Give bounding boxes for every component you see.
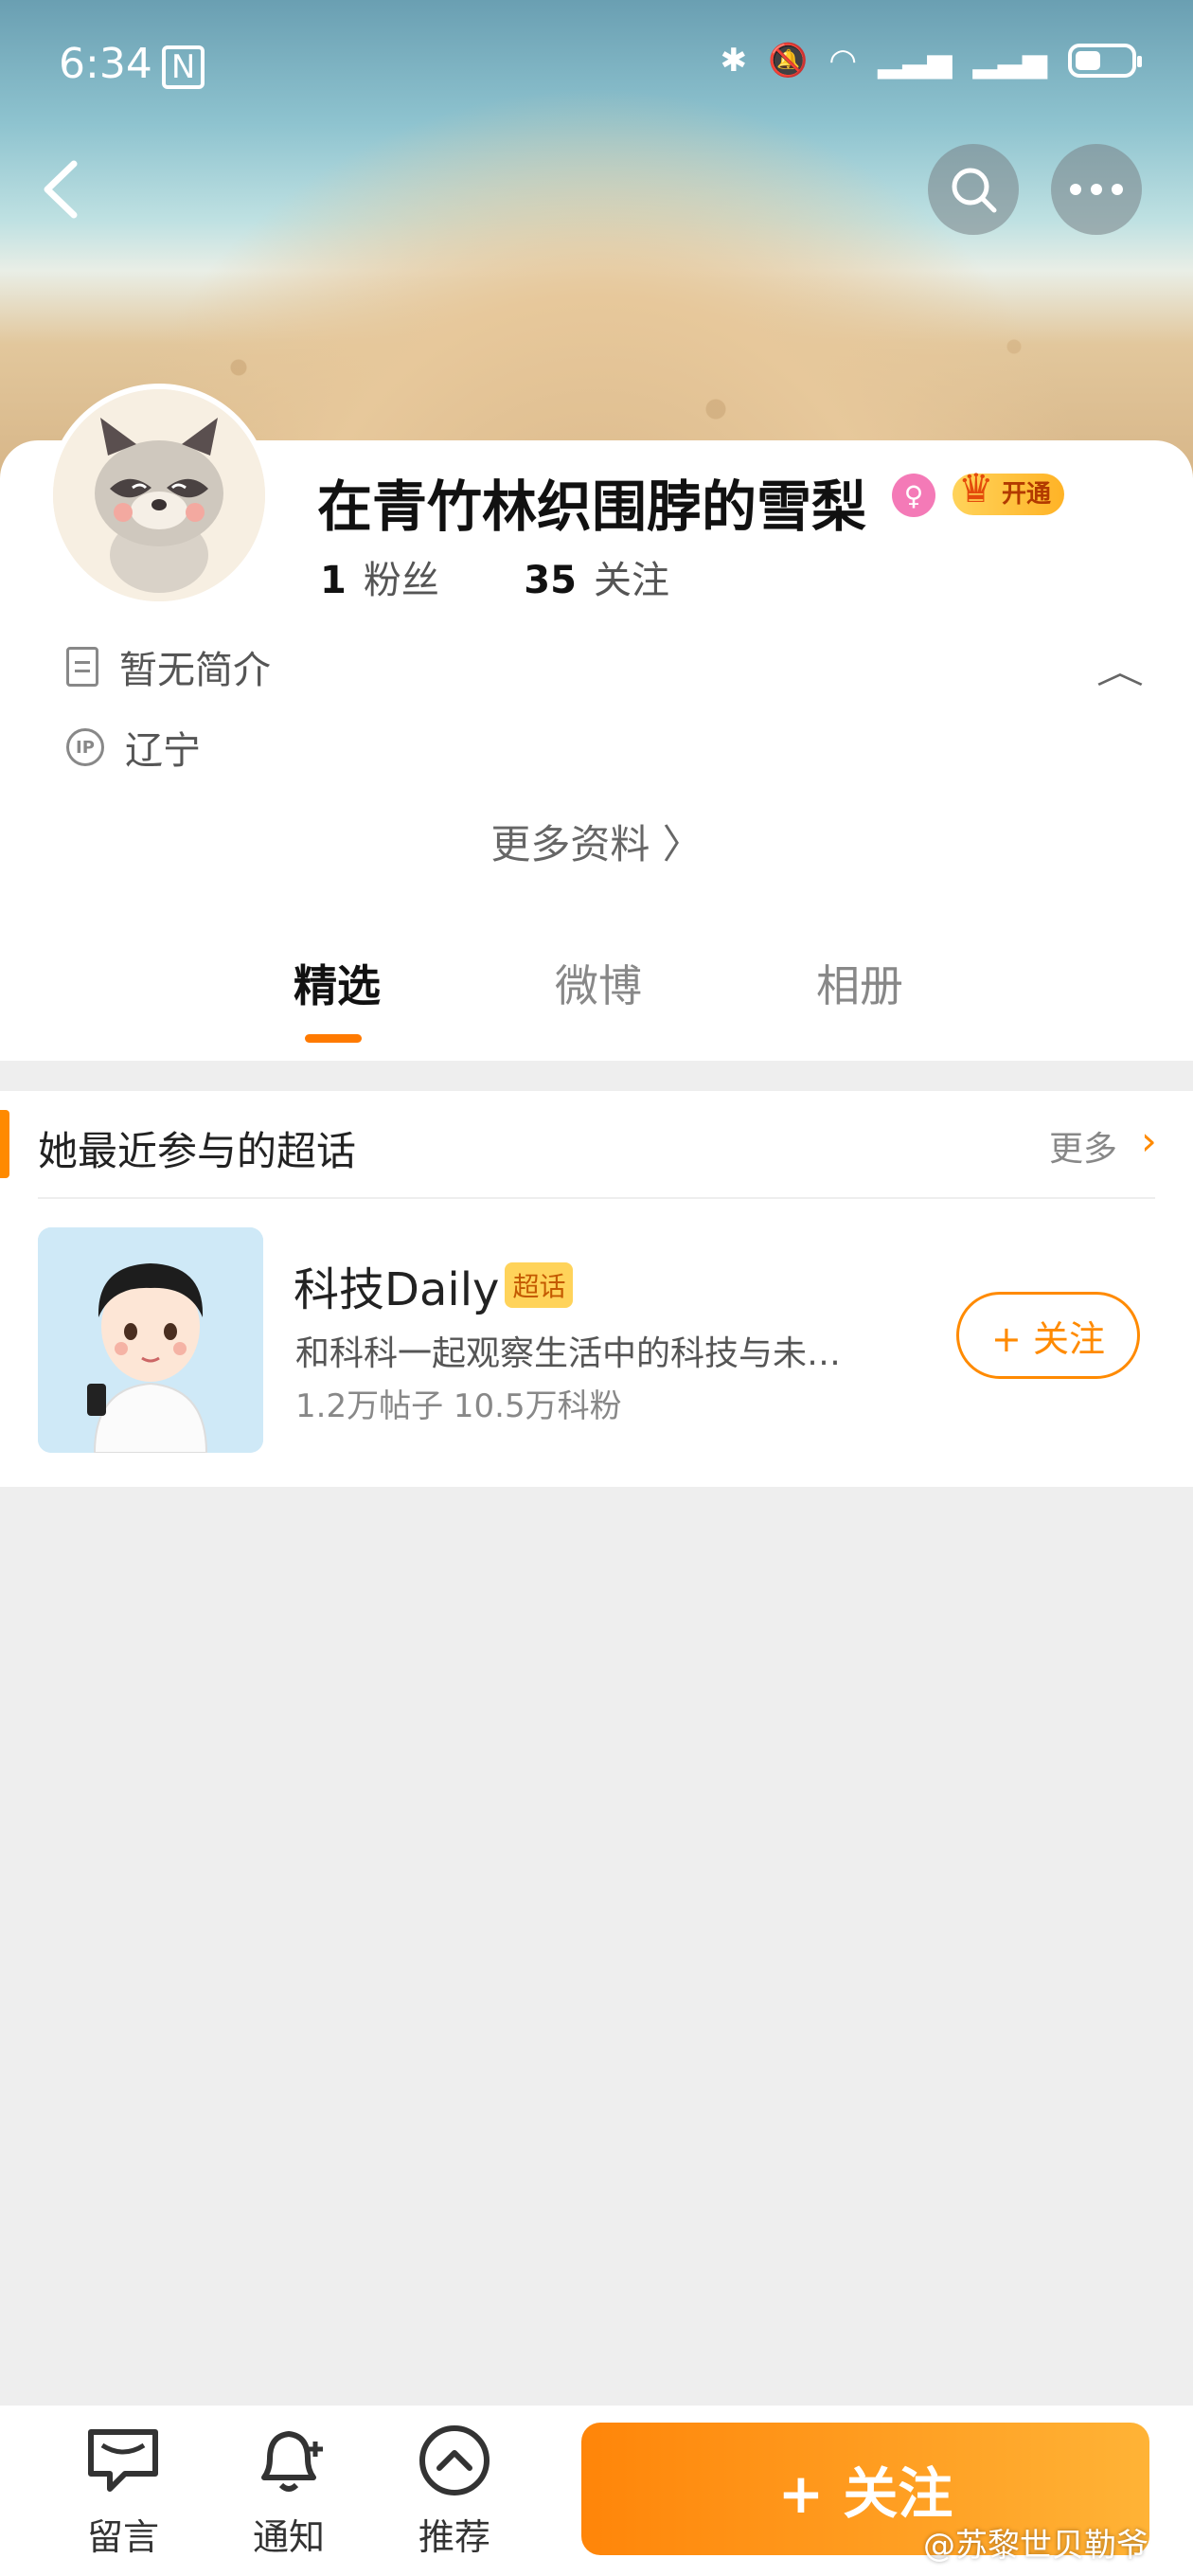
super-topic-badge: 超话 xyxy=(505,1262,574,1308)
ip-location-row: IP 辽宁 xyxy=(66,720,201,775)
more-dots-icon xyxy=(1070,184,1123,195)
mute-bell-icon: 🔕 xyxy=(768,42,809,80)
follow-topic-button[interactable]: + 关注 xyxy=(956,1292,1140,1379)
collapse-chevron-up-icon[interactable]: ︿ xyxy=(1096,644,1144,693)
topic-name-text: 科技Daily xyxy=(294,1263,500,1316)
signal-icon: ▂▃▅ xyxy=(878,42,953,80)
profile-tabs: 精选 微博 相册 xyxy=(0,952,1193,1046)
status-bar: 6:34 N ✱ 🔕 ◠ ▂▃▅ ▂▃▅ xyxy=(0,0,1193,133)
following-link[interactable]: 35 关注 xyxy=(524,559,669,602)
search-button[interactable] xyxy=(928,144,1019,235)
comment-label: 留言 xyxy=(86,2516,159,2558)
signal-2-icon: ▂▃▅ xyxy=(972,42,1047,80)
following-label: 关注 xyxy=(593,559,669,602)
vip-open-badge[interactable]: ♛ 开通 xyxy=(953,468,1065,515)
bell-plus-icon xyxy=(261,2431,323,2492)
status-time: 6:34 N xyxy=(59,40,205,89)
vip-open-label: 开通 xyxy=(1002,480,1052,509)
raccoon-avatar-image xyxy=(53,389,265,601)
wifi-icon: ◠ xyxy=(828,42,858,80)
nfc-icon: N xyxy=(161,45,205,89)
notify-label: 通知 xyxy=(252,2516,325,2558)
section-more-link[interactable]: 更多 xyxy=(1049,1121,1117,1171)
weibo-watermark: @苏黎世贝勒爷 xyxy=(923,2527,1148,2565)
tab-album[interactable]: 相册 xyxy=(816,952,903,1014)
recommend-label: 推荐 xyxy=(418,2516,490,2558)
ip-location-text: 辽宁 xyxy=(125,729,201,773)
battery-icon xyxy=(1068,44,1142,78)
fans-count: 1 xyxy=(320,559,347,602)
status-icons: ✱ 🔕 ◠ ▂▃▅ ▂▃▅ xyxy=(720,42,1142,80)
recommend-button[interactable]: 推荐 xyxy=(393,2421,516,2560)
chevron-left-icon xyxy=(44,160,78,219)
active-tab-indicator xyxy=(305,1034,362,1043)
tab-weibo[interactable]: 微博 xyxy=(555,952,642,1014)
topic-stats: 1.2万帖子 10.5万科粉 xyxy=(295,1387,622,1425)
more-info-link[interactable]: 更多资料 〉 xyxy=(0,813,1193,870)
back-button[interactable] xyxy=(38,156,95,232)
bio-text: 暂无简介 xyxy=(119,649,271,692)
topic-description: 和科科一起观察生活中的科技与未… xyxy=(295,1334,842,1373)
fans-label: 粉丝 xyxy=(363,559,439,602)
topic-thumbnail[interactable] xyxy=(38,1227,263,1453)
bio-row: 暂无简介 xyxy=(66,639,271,694)
avatar[interactable] xyxy=(47,384,271,607)
section-title: 她最近参与的超话 xyxy=(38,1128,357,1174)
tab-featured[interactable]: 精选 xyxy=(294,952,381,1014)
ip-icon: IP xyxy=(66,728,104,766)
chevron-right-icon[interactable]: › xyxy=(1141,1118,1157,1164)
chevron-up-circle-icon xyxy=(419,2425,490,2496)
more-options-button[interactable] xyxy=(1051,144,1142,235)
notify-button[interactable]: 通知 xyxy=(227,2421,350,2560)
crown-icon: ♛ xyxy=(958,465,994,511)
message-bubble-icon xyxy=(88,2429,158,2492)
female-icon: ♀ xyxy=(892,474,935,517)
divider xyxy=(38,1197,1155,1199)
fans-link[interactable]: 1 粉丝 xyxy=(320,559,439,602)
bluetooth-icon: ✱ xyxy=(720,42,748,80)
cartoon-boy-image xyxy=(38,1227,263,1453)
following-count: 35 xyxy=(524,559,577,602)
username: 在青竹林织围脖的雪梨 xyxy=(317,474,867,539)
profile-counts: 1 粉丝 35 关注 xyxy=(320,549,669,604)
document-icon xyxy=(66,647,98,687)
super-topic-section: 她最近参与的超话 更多 › 科技Daily 超话 和科科一起观察生活中的科技与未… xyxy=(0,1091,1193,1487)
comment-button[interactable]: 留言 xyxy=(62,2421,185,2560)
topic-name[interactable]: 科技Daily 超话 xyxy=(294,1252,574,1318)
search-icon xyxy=(952,168,997,213)
section-accent-bar xyxy=(0,1110,9,1178)
